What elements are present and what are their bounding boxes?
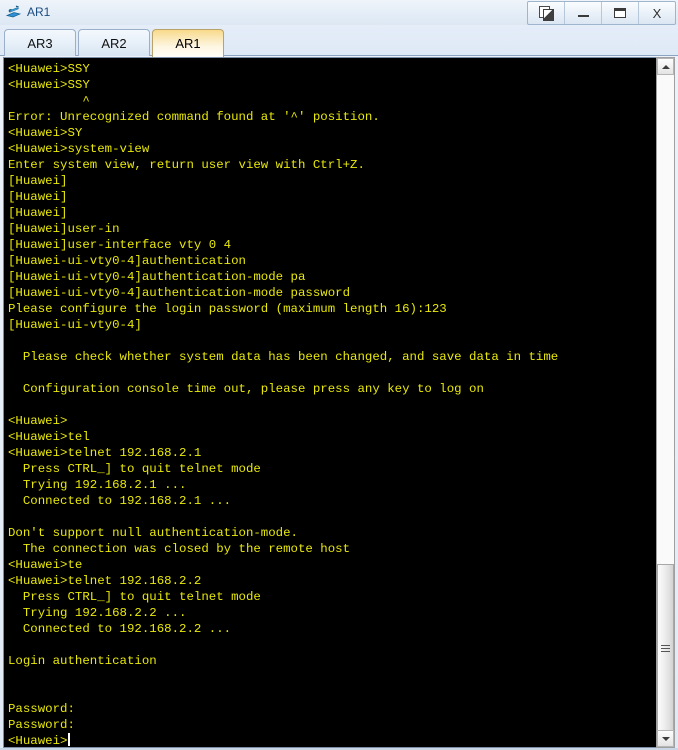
scroll-down-button[interactable] [657,730,674,747]
terminal-line: [Huawei-ui-vty0-4]authentication-mode pa [8,270,306,284]
scrollbar-track[interactable] [657,75,674,732]
grip-icon [661,644,670,652]
scroll-down-arrow-icon [661,736,670,741]
tab-label: AR1 [175,36,201,51]
terminal-line: <Huawei>telnet 192.168.2.2 [8,574,202,588]
terminal-line: <Huawei>te [8,558,83,572]
terminal-line: [Huawei] [8,174,68,188]
scrollbar-thumb[interactable] [657,564,674,732]
terminal-frame: <Huawei>SSY <Huawei>SSY ^ Error: Unrecogni… [3,57,675,748]
terminal-line: Configuration console time out, please p… [8,382,484,396]
terminal-line: <Huawei> [8,733,70,747]
title-bar-left: AR1 [0,4,50,21]
vertical-scrollbar[interactable] [656,57,675,748]
maximize-button[interactable] [602,2,639,24]
terminal-line: Trying 192.168.2.2 ... [8,606,187,620]
terminal-line: Press CTRL_] to quit telnet mode [8,462,261,476]
tab-label: AR2 [101,35,127,51]
terminal-line: [Huawei-ui-vty0-4] [8,318,142,332]
terminal-line: Connected to 192.168.2.1 ... [8,494,232,508]
terminal-line: Trying 192.168.2.1 ... [8,478,187,492]
scroll-up-arrow-icon [661,64,670,69]
minimize-button[interactable] [565,2,602,24]
tab-ar2[interactable]: AR2 [78,29,150,56]
terminal-line: ^ [8,94,90,108]
terminal-line: [Huawei]user-interface vty 0 4 [8,238,232,252]
terminal-line: Login authentication [8,654,157,668]
terminal-line: [Huawei-ui-vty0-4]authentication-mode pa… [8,286,351,300]
window-title: AR1 [27,5,51,19]
restore-windows-icon [538,6,554,21]
restore-button[interactable] [528,2,565,24]
router-icon [5,4,22,21]
terminal-line: [Huawei] [8,190,68,204]
tab-ar3[interactable]: AR3 [4,29,76,56]
terminal-line: [Huawei]user-in [8,222,120,236]
terminal-line: Please configure the login password (max… [8,302,447,316]
scroll-up-button[interactable] [657,58,674,75]
terminal-line: [Huawei-ui-vty0-4]authentication [8,254,246,268]
close-icon: X [652,5,662,21]
terminal-line: Press CTRL_] to quit telnet mode [8,590,261,604]
terminal-line: Connected to 192.168.2.2 ... [8,622,232,636]
minimize-icon [577,15,589,17]
terminal-line: <Huawei>system-view [8,142,150,156]
terminal-line: Enter system view, return user view with… [8,158,365,172]
terminal-line: <Huawei>tel [8,430,90,444]
terminal-line: <Huawei>telnet 192.168.2.1 [8,446,202,460]
terminal-line: Password: [8,702,75,716]
terminal-line: <Huawei>SSY [8,62,90,76]
terminal-cursor [67,733,70,746]
terminal-line: The connection was closed by the remote … [8,542,351,556]
terminal-line: Password: [8,718,75,732]
terminal-line: <Huawei>SY [8,126,83,140]
application-window: AR1 X AR3 AR2 AR1 <Huawei>SSY <Huawei>SS… [0,0,678,750]
terminal-line: Error: Unrecognized command found at '^'… [8,110,380,124]
terminal-line: <Huawei>SSY [8,78,90,92]
terminal-output[interactable]: <Huawei>SSY <Huawei>SSY ^ Error: Unrecogni… [4,58,656,747]
terminal-line: Please check whether system data has bee… [8,350,559,364]
terminal-line: Don't support null authentication-mode. [8,526,298,540]
terminal-line: [Huawei] [8,206,68,220]
close-button[interactable]: X [639,2,675,24]
window-controls: X [527,1,676,25]
title-bar: AR1 X [0,0,678,25]
tab-strip: AR3 AR2 AR1 [0,25,678,57]
terminal-line: <Huawei> [8,414,68,428]
tab-ar1[interactable]: AR1 [152,29,224,57]
maximize-icon [614,8,626,18]
tab-label: AR3 [27,35,53,51]
